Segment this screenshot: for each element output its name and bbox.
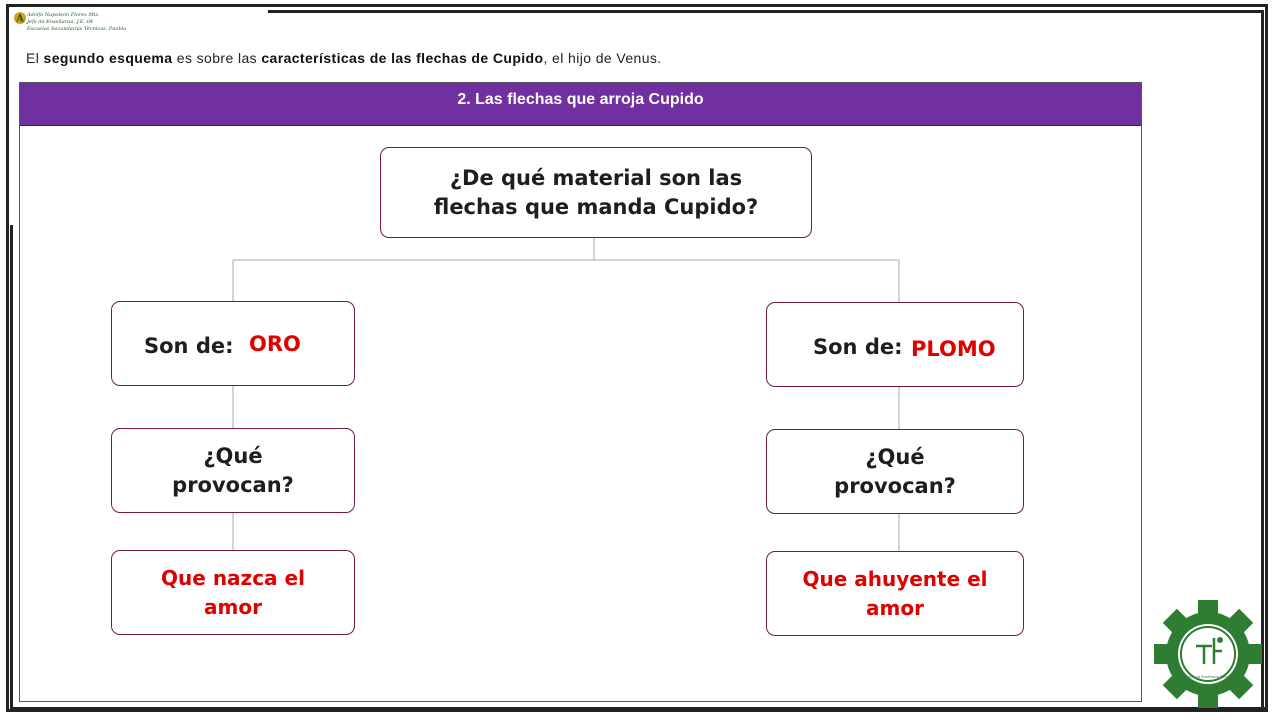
left-answer-box: Que nazca el amor bbox=[111, 550, 355, 635]
right-material-label: Son de: bbox=[813, 335, 903, 359]
badge-top-text: DST bbox=[1201, 618, 1215, 625]
right-material-value: PLOMO bbox=[911, 337, 996, 361]
right-material-box: Son de: PLOMO bbox=[766, 302, 1024, 387]
right-question: ¿Qué provocan? bbox=[834, 444, 956, 498]
left-question-box: ¿Qué provocan? bbox=[111, 428, 355, 513]
left-question: ¿Qué provocan? bbox=[172, 443, 294, 497]
root-question-box: ¿De qué material son las flechas que man… bbox=[380, 147, 812, 238]
badge-bottom-text: Jefatura de Enseñanza Zona 04 bbox=[1182, 675, 1233, 679]
right-answer: Que ahuyente el amor bbox=[802, 566, 988, 620]
left-material-value: ORO bbox=[249, 332, 301, 356]
right-question-box: ¿Qué provocan? bbox=[766, 429, 1024, 514]
root-question: ¿De qué material son las flechas que man… bbox=[433, 165, 759, 219]
left-material-box: Son de: ORO bbox=[111, 301, 355, 386]
left-answer: Que nazca el amor bbox=[161, 565, 305, 619]
right-answer-box: Que ahuyente el amor bbox=[766, 551, 1024, 636]
left-material-label: Son de: bbox=[144, 334, 234, 358]
dst-gear-logo: DST Jefatura de Enseñanza Zona 04 bbox=[1154, 600, 1262, 708]
